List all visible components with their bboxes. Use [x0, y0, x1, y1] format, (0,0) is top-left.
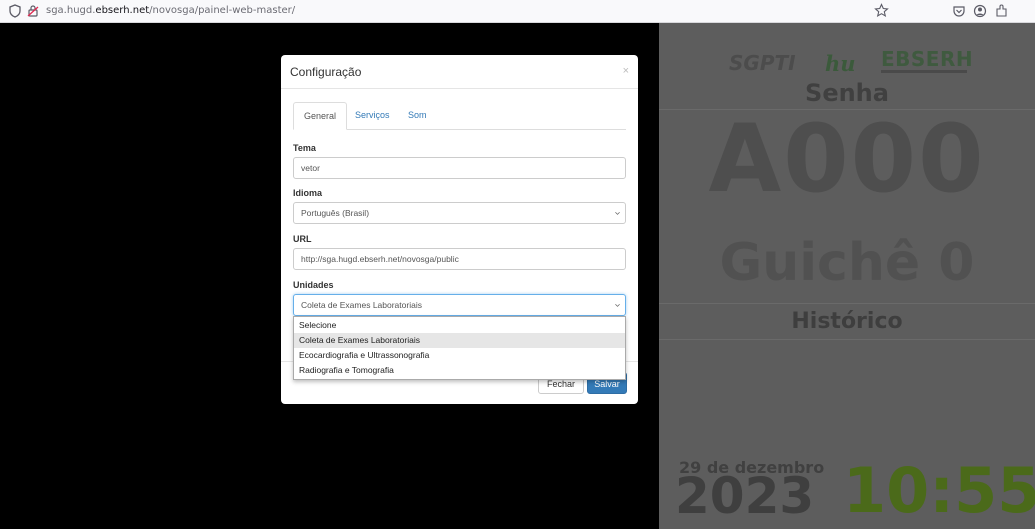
browser-url-bar: sga.hugd.ebserh.net/novosga/painel-web-m…: [0, 0, 1035, 23]
idioma-select[interactable]: Português (Brasil): [293, 202, 626, 224]
clock-time: 10:55: [843, 454, 1035, 527]
url-field[interactable]: sga.hugd.ebserh.net/novosga/painel-web-m…: [46, 5, 295, 16]
tab-general[interactable]: General: [293, 102, 348, 130]
hu-logo: hu: [825, 51, 856, 76]
modal-header-divider: [281, 88, 638, 89]
idioma-label: Idioma: [293, 188, 323, 198]
bookmark-star-icon[interactable]: [874, 3, 889, 18]
url-value: http://sga.hugd.ebserh.net/novosga/publi…: [301, 254, 459, 264]
extensions-icon[interactable]: [994, 3, 1009, 18]
unidades-value: Coleta de Exames Laboratoriais: [301, 300, 422, 310]
modal-title: Configuração: [290, 65, 362, 79]
tema-label: Tema: [293, 143, 316, 153]
dropdown-option[interactable]: Radiografia e Tomografia: [294, 363, 625, 378]
senha-label: Senha: [805, 79, 889, 107]
chevron-down-icon: [615, 211, 620, 215]
tab-som[interactable]: Som: [398, 102, 437, 128]
unidades-select[interactable]: Coleta de Exames Laboratoriais: [293, 294, 626, 316]
chevron-down-icon: [615, 303, 620, 307]
historico-label: Histórico: [791, 309, 903, 334]
tema-value: vetor: [301, 163, 320, 173]
close-icon[interactable]: ×: [623, 65, 629, 77]
account-icon[interactable]: [973, 4, 987, 18]
guiche-label: Guichê 0: [719, 233, 975, 293]
divider: [659, 303, 1035, 304]
ebserh-logo-underline: [881, 70, 967, 73]
dropdown-option-selected[interactable]: Coleta de Exames Laboratoriais: [294, 333, 625, 348]
year-label: 2023: [675, 467, 815, 525]
dropdown-option[interactable]: Selecione: [294, 318, 625, 333]
tema-input[interactable]: vetor: [293, 157, 626, 179]
idioma-value: Português (Brasil): [301, 208, 370, 218]
url-path: /novosga/painel-web-master/: [149, 5, 296, 16]
unidades-label: Unidades: [293, 280, 334, 290]
sgpti-logo: SGPTI: [729, 51, 796, 75]
queue-display-panel: SGPTI hu EBSERH Senha A000 Guichê 0 Hist…: [659, 23, 1035, 529]
unidades-dropdown-list: Selecione Coleta de Exames Laboratoriais…: [293, 316, 626, 380]
ticket-number: A000: [708, 105, 986, 214]
tab-servicos[interactable]: Serviços: [345, 102, 400, 128]
shield-icon[interactable]: [8, 4, 22, 18]
pocket-icon[interactable]: [952, 4, 966, 18]
url-domain: ebserh.net: [95, 5, 150, 16]
url-input[interactable]: http://sga.hugd.ebserh.net/novosga/publi…: [293, 248, 626, 270]
url-prefix: sga.hugd.: [46, 5, 96, 16]
url-label: URL: [293, 234, 312, 244]
insecure-lock-icon[interactable]: [26, 4, 40, 18]
dropdown-option[interactable]: Ecocardiografia e Ultrassonografia: [294, 348, 625, 363]
divider: [659, 339, 1035, 340]
ebserh-logo: EBSERH: [881, 47, 974, 71]
settings-tabs: General Serviços Som: [293, 102, 626, 130]
